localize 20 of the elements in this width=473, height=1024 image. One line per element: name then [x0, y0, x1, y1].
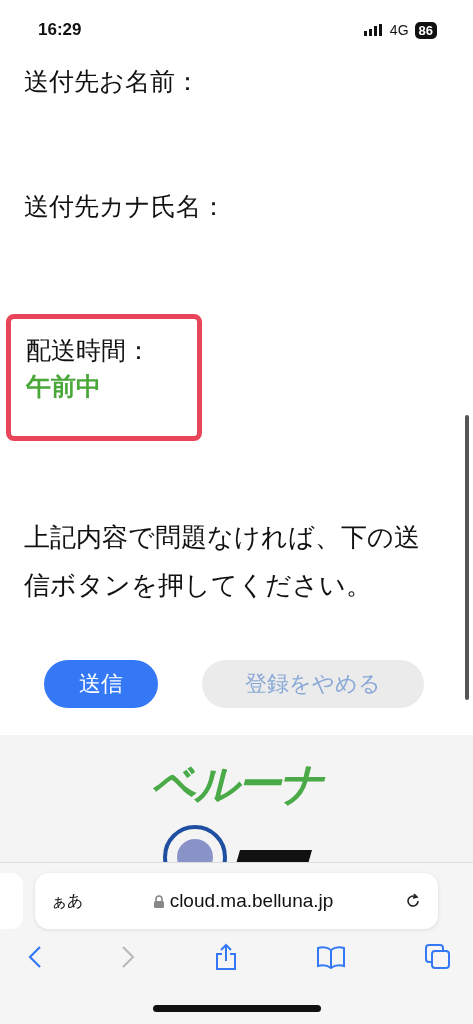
status-time: 16:29 [38, 20, 82, 40]
bookmarks-icon[interactable] [316, 945, 347, 969]
share-icon[interactable] [213, 943, 238, 971]
tabs-icon[interactable] [425, 944, 451, 970]
field-label: 配送時間： [26, 335, 152, 367]
lock-icon [153, 894, 164, 908]
url-text: cloud.ma.belluna.jp [169, 890, 334, 912]
field-label: 送付先カナ氏名： [24, 191, 227, 223]
text-size-button[interactable]: ぁあ [51, 890, 83, 912]
privacy-mark-icon [161, 824, 228, 864]
field-label: 送付先お名前： [24, 66, 201, 98]
battery-level: 86 [414, 21, 437, 39]
back-icon[interactable] [28, 945, 42, 969]
field-value: 午前中 [26, 371, 102, 403]
address-bar[interactable]: ぁあ cloud.ma.belluna.jp [35, 873, 438, 929]
network-label: 4G [389, 22, 409, 38]
instruction-text: 上記内容で問題なければ、下の送信ボタンを押してください。 [24, 521, 421, 602]
signal-icon [363, 24, 384, 36]
submit-button[interactable]: 送信 [44, 660, 158, 708]
reload-icon[interactable] [404, 892, 422, 910]
